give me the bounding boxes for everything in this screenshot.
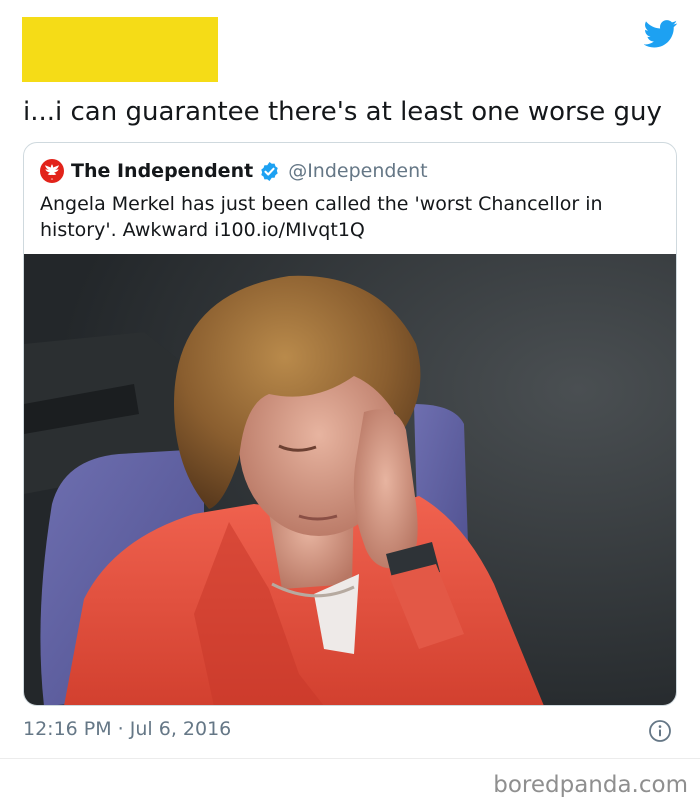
twitter-bird-icon[interactable] [644, 20, 678, 48]
verified-badge-icon [261, 161, 278, 181]
boredpanda-watermark: boredpanda.com [493, 772, 688, 798]
quoted-tweet-card[interactable]: The Independent @Independent Angela Merk… [23, 142, 677, 706]
quoted-tweet-text: Angela Merkel has just been called the '… [40, 193, 603, 241]
info-icon[interactable] [648, 719, 672, 743]
redacted-user-block [22, 17, 218, 82]
tweet-timestamp[interactable]: 12:16 PM · Jul 6, 2016 [23, 718, 231, 740]
tweet-screenshot: i...i can guarantee there's at least one… [0, 0, 700, 811]
quoted-account-name[interactable]: The Independent [71, 160, 253, 182]
quoted-tweet-photo[interactable] [24, 254, 676, 706]
quoted-account-handle[interactable]: @Independent [288, 160, 427, 182]
watermark-divider [0, 758, 700, 759]
independent-eagle-logo [40, 159, 64, 183]
quoted-tweet-header: The Independent @Independent [40, 158, 428, 184]
tweet-body-text: i...i can guarantee there's at least one… [23, 97, 662, 127]
